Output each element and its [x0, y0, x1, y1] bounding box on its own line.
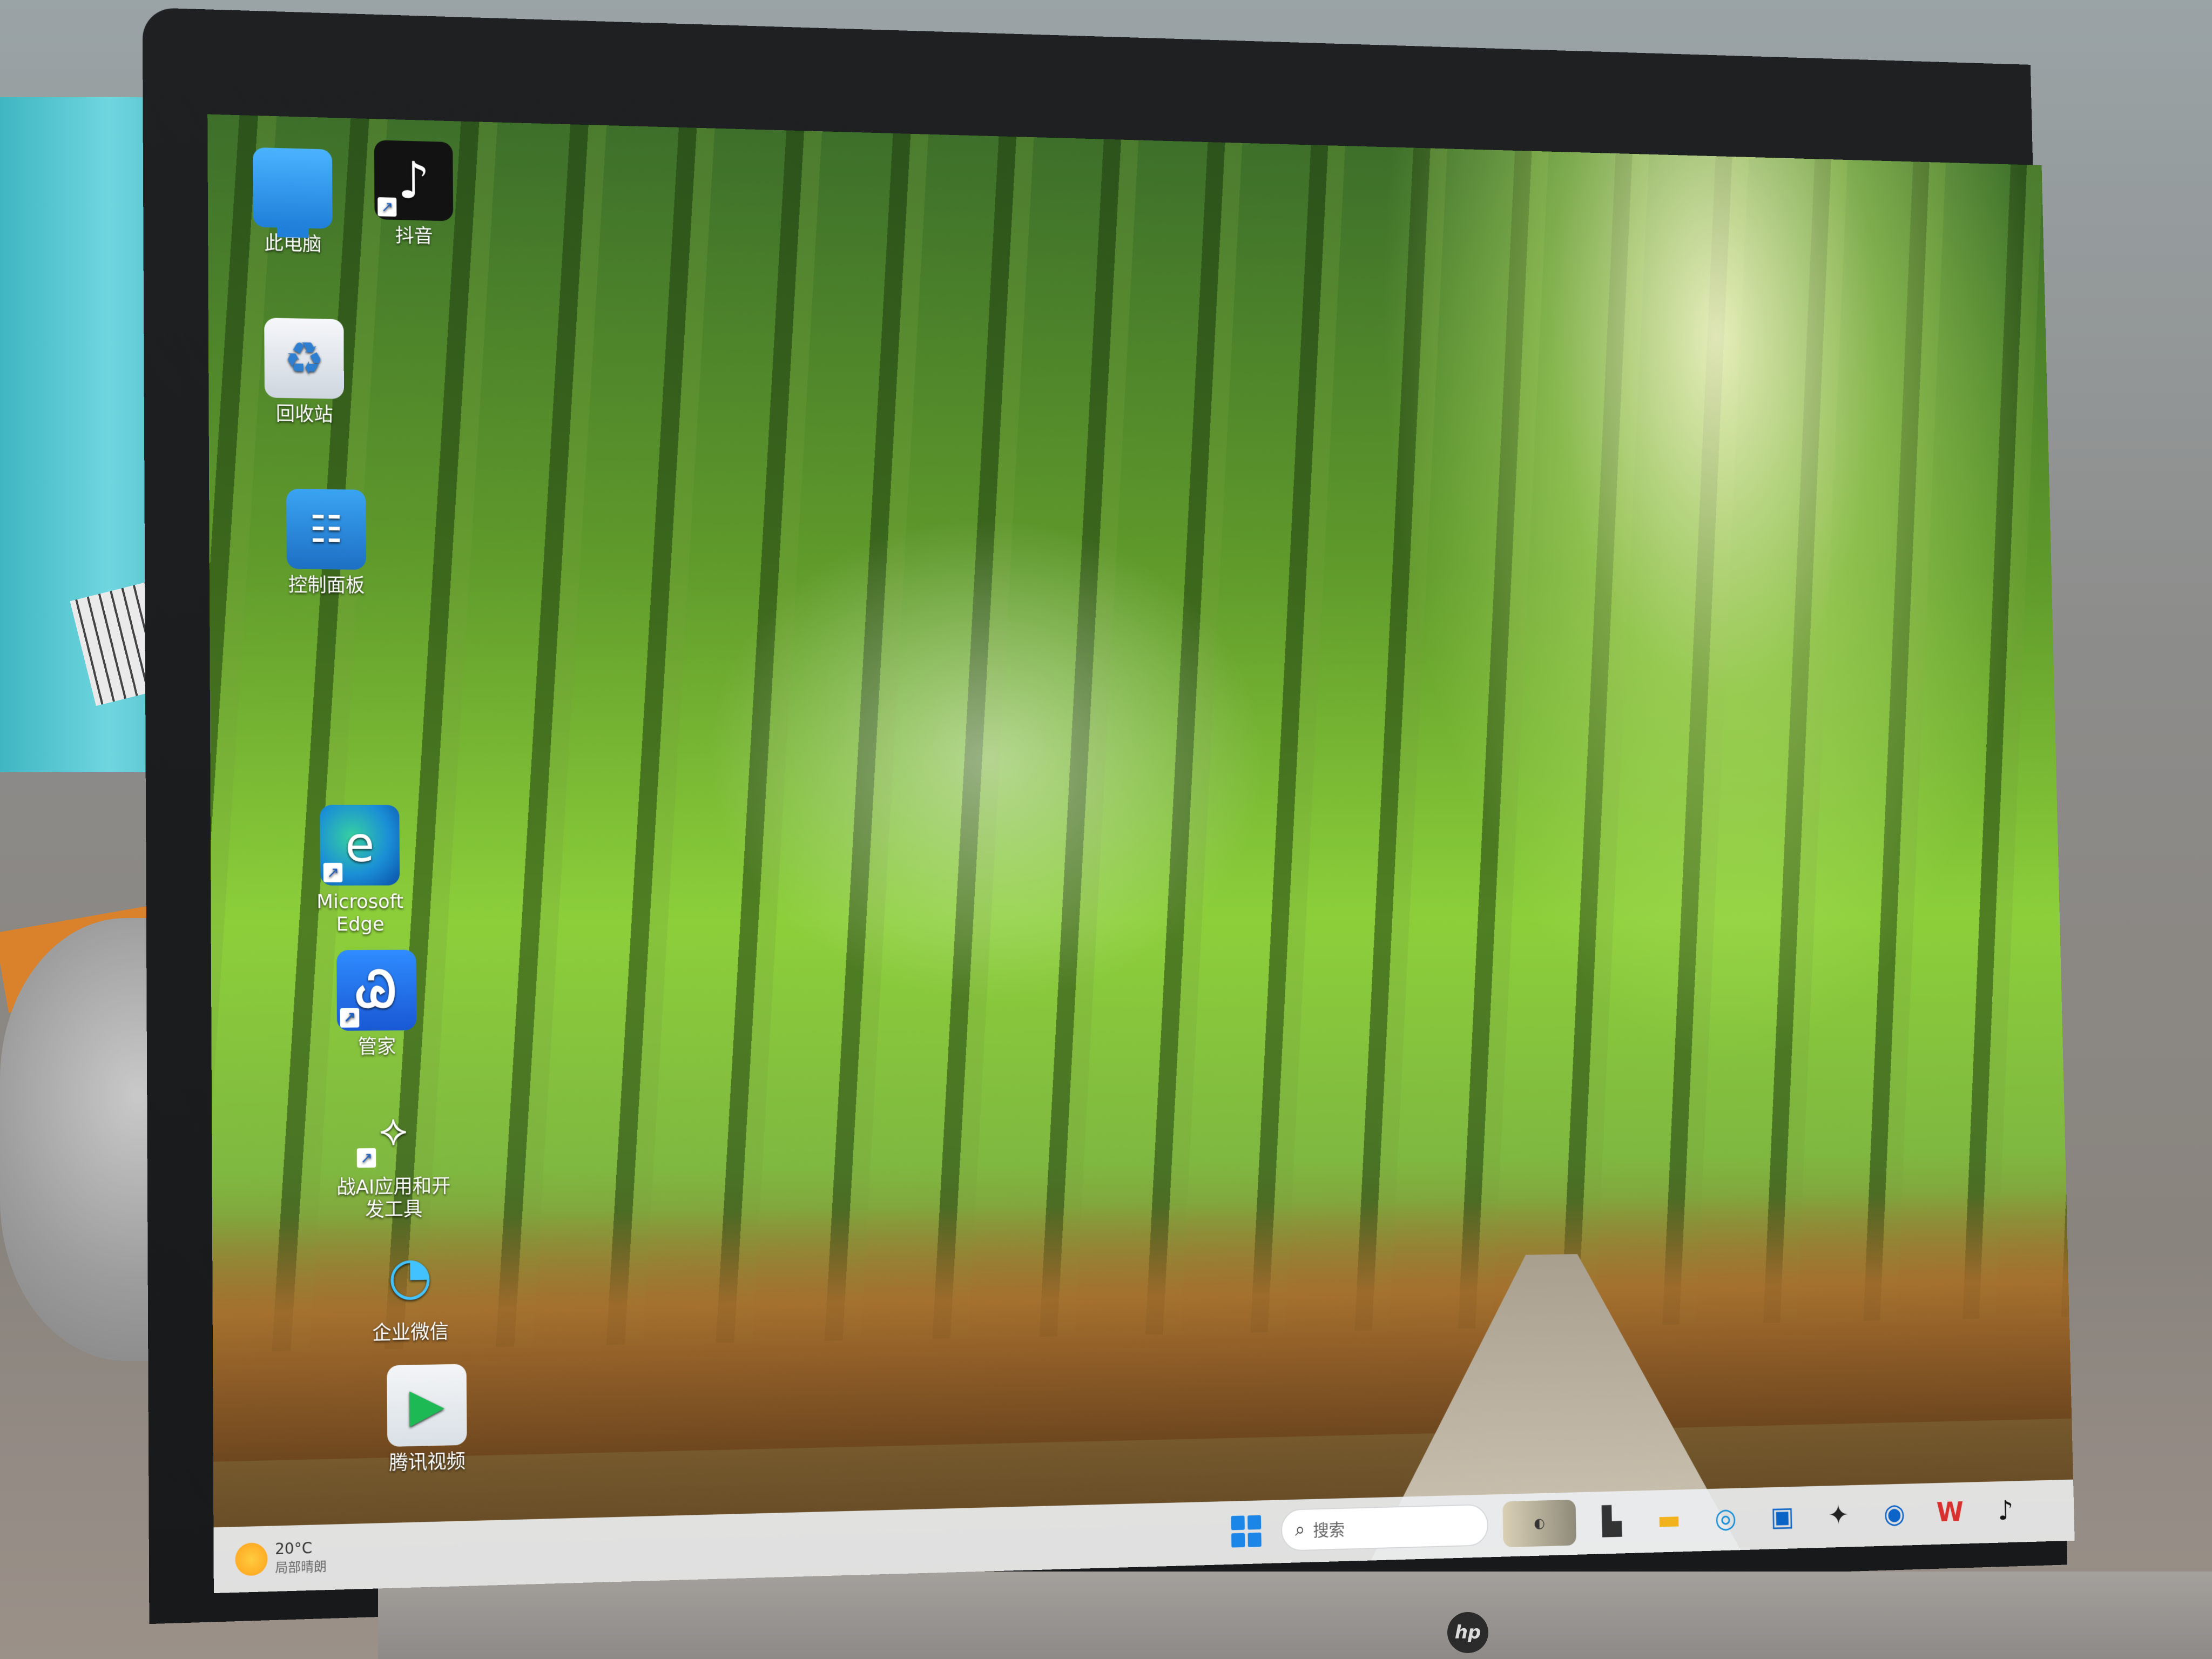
desktop-icon-label: 腾讯视频	[389, 1450, 466, 1475]
search-placeholder: 搜索	[1312, 1520, 1345, 1541]
taskbar-wps-button[interactable]: W	[1929, 1489, 1972, 1535]
sun-icon	[235, 1542, 268, 1576]
laptop-base	[378, 1572, 2212, 1659]
desktop-icon-wecom[interactable]: ◔ 企业微信	[346, 1234, 474, 1345]
hp-icon: ◉	[1883, 1498, 1906, 1530]
desktop-icon-label: 抖音	[395, 225, 433, 248]
taskbar-search-box[interactable]: ⌕ 搜索	[1280, 1503, 1489, 1552]
wallpaper-sunlight	[1377, 146, 2061, 1070]
ai-tools-icon: ⟡ ↗	[353, 1089, 433, 1171]
computer-icon	[253, 147, 333, 229]
shortcut-arrow-icon: ↗	[356, 1148, 376, 1168]
taskbar-hp-button[interactable]: ◉	[1873, 1491, 1916, 1537]
wps-icon: W	[1936, 1496, 1964, 1528]
windows-logo-pane	[1231, 1515, 1245, 1530]
edge-icon: ◎	[1714, 1502, 1737, 1534]
desktop-icon-douyin[interactable]: ♪ ↗ 抖音	[350, 139, 477, 249]
taskbar-dark-app-button[interactable]: ▙	[1590, 1498, 1634, 1545]
desktop-icon-pc-manager[interactable]: Ꮚ ↗ 管家	[313, 949, 441, 1059]
desktop-icon-edge[interactable]: e ↗ Microsoft Edge	[296, 805, 424, 936]
hp-logo: hp	[1447, 1612, 1488, 1653]
shortcut-arrow-icon: ↗	[323, 862, 343, 882]
desktop-icon-label: 战AI应用和开发工具	[336, 1175, 451, 1222]
copilot-icon: ✦	[1827, 1499, 1849, 1532]
weather-text: 20°C 局部晴朗	[275, 1539, 327, 1577]
pc-manager-icon: Ꮚ ↗	[336, 949, 417, 1031]
weather-desc: 局部晴朗	[275, 1559, 327, 1576]
desktop-icon-label: 企业微信	[372, 1321, 449, 1345]
taskbar-copilot-button[interactable]: ✦	[1817, 1492, 1859, 1539]
dark-folder-icon: ▙	[1602, 1506, 1622, 1537]
folder-icon: ▬	[1656, 1504, 1681, 1536]
store-icon: ▣	[1770, 1501, 1795, 1533]
wallpaper-grass	[212, 1190, 2072, 1462]
control-panel-icon: ☷	[286, 488, 366, 570]
windows-logo-pane	[1231, 1533, 1245, 1548]
desktop-icon-label: 管家	[358, 1036, 396, 1058]
recycle-bin-icon: ♻	[264, 318, 345, 399]
shortcut-arrow-icon: ↗	[340, 1008, 360, 1028]
taskbar-center: ⌕ 搜索 ◐ ▙ ▬ ◎ ▣ ✦ ◉ W ♪	[1226, 1488, 2027, 1555]
desktop-icon-label: 回收站	[275, 403, 333, 426]
taskbar-edge-button[interactable]: ◎	[1704, 1495, 1747, 1542]
desktop-icon-label: Microsoft Edge	[316, 891, 404, 936]
weather-temp: 20°C	[275, 1539, 313, 1559]
taskbar-widgets-button[interactable]: ◐	[1502, 1499, 1577, 1548]
windows-logo-pane	[1247, 1532, 1262, 1547]
screen-glare	[681, 494, 1293, 1023]
wecom-icon: ◔	[388, 1245, 433, 1306]
tencent-video-icon: ▶	[387, 1364, 467, 1447]
desktop-icon-this-pc[interactable]: 此电脑	[229, 147, 356, 257]
douyin-icon: ♪ ↗	[374, 140, 454, 221]
douyin-icon: ♪	[1997, 1495, 2014, 1527]
shortcut-arrow-icon: ↗	[377, 197, 397, 217]
search-icon: ⌕	[1294, 1519, 1305, 1541]
desktop-icon-tencent-video[interactable]: ▶ 腾讯视频	[363, 1364, 491, 1476]
desktop-icon-recycle-bin[interactable]: ♻ 回收站	[240, 317, 368, 427]
windows-logo-pane	[1247, 1515, 1262, 1530]
taskbar-file-explorer-button[interactable]: ▬	[1647, 1496, 1690, 1543]
taskbar-store-button[interactable]: ▣	[1761, 1494, 1804, 1540]
desktop-icon-control-panel[interactable]: ☷ 控制面板	[262, 488, 390, 597]
edge-icon: e ↗	[320, 805, 400, 886]
desktop-icon-label: 控制面板	[288, 574, 365, 597]
desktop-icon-ai-tools[interactable]: ⟡ ↗ 战AI应用和开发工具	[329, 1089, 457, 1223]
taskbar-douyin-button[interactable]: ♪	[1985, 1488, 2027, 1534]
widgets-icon: ◐	[1534, 1515, 1546, 1532]
start-button[interactable]	[1226, 1510, 1266, 1553]
weather-widget[interactable]: 20°C 局部晴朗	[235, 1533, 327, 1584]
desktop-screen: 此电脑 ♪ ↗ 抖音 ♻ 回收站 ☷ 控制面板 e ↗ Microsoft Edge…	[207, 114, 2075, 1594]
